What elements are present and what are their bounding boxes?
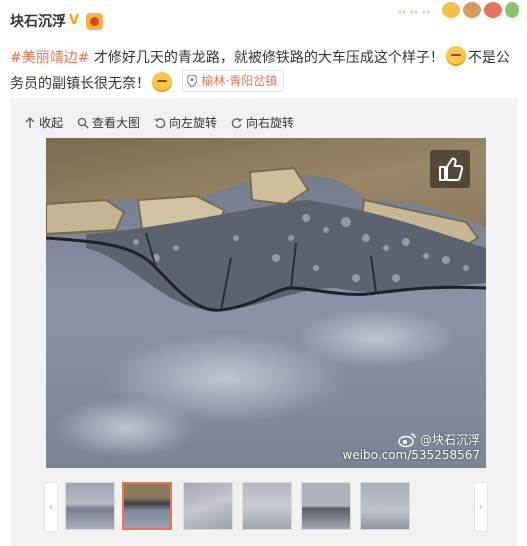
weibo-watermark: @块石沉浮 weibo.com/535258567	[343, 431, 480, 462]
rotate-right-icon	[231, 117, 243, 128]
magnifier-icon	[77, 117, 89, 129]
collapse-label: 收起	[39, 116, 64, 130]
post-header: 块石沉浮 V	[10, 8, 103, 34]
location-pin-icon	[187, 75, 198, 87]
rotate-left-icon	[154, 117, 166, 128]
media-toolbar: 收起 查看大图 向左旋转 向右旋转	[24, 114, 294, 131]
like-button[interactable]	[430, 150, 470, 188]
cake-icon	[442, 2, 460, 18]
donut-icon	[484, 2, 502, 18]
grimace-emoji-icon	[445, 46, 466, 66]
chevron-left-icon: ‹	[48, 500, 54, 513]
location-tag[interactable]: 榆林·青阳岔镇	[182, 70, 285, 92]
thumbnail-5[interactable]	[301, 482, 351, 530]
view-large-label: 查看大图	[92, 116, 141, 130]
weibo-logo-icon	[398, 432, 416, 447]
media-viewer: 收起 查看大图 向左旋转 向右旋转 @块石沉浮 weibo.com/535258…	[10, 98, 518, 546]
cookie-icon	[463, 2, 481, 18]
main-photo[interactable]: @块石沉浮 weibo.com/535258567	[46, 138, 486, 468]
thumbnail-4[interactable]	[242, 482, 292, 530]
collapse-button[interactable]: 收起	[24, 114, 63, 131]
location-label: 榆林·青阳岔镇	[201, 74, 278, 88]
thumbnail-2[interactable]	[122, 482, 172, 530]
thumbs-up-icon	[439, 157, 464, 181]
watermark-url: weibo.com/535258567	[342, 448, 480, 462]
thumbnail-strip: ‹ ›	[44, 480, 488, 532]
decoration-text-icon: ᵒᵒ ᵒᵒ ᵒᵒ	[398, 9, 431, 18]
chevron-right-icon: ›	[478, 500, 484, 513]
verified-icon[interactable]: V	[69, 14, 83, 28]
username[interactable]: 块石沉浮	[10, 11, 66, 31]
rotate-right-label: 向右旋转	[246, 116, 295, 130]
post-text-part1: 才修好几天的青龙路，就被修铁路的大车压成这个样子！	[89, 50, 444, 66]
rotate-left-label: 向左旋转	[169, 116, 218, 130]
rotate-left-button[interactable]: 向左旋转	[154, 114, 217, 131]
post-text: #美丽靖边# 才修好几天的青龙路，就被修铁路的大车压成这个样子！ 不是公务员的副镇…	[10, 46, 520, 96]
watermark-name: @块石沉浮	[419, 433, 480, 447]
hashtag-link[interactable]: #美丽靖边#	[10, 50, 89, 66]
thumbnail-3[interactable]	[183, 482, 233, 530]
sad-emoji-icon	[152, 72, 172, 92]
thumbnail-6[interactable]	[360, 482, 410, 530]
sweet-icon	[505, 2, 519, 18]
arrow-up-icon	[25, 116, 35, 128]
cracked-road-image	[46, 138, 486, 468]
medal-icon[interactable]	[86, 12, 103, 30]
decoration-strip: ᵒᵒ ᵒᵒ ᵒᵒ	[398, 2, 519, 18]
previous-thumbnails-button[interactable]: ‹	[44, 482, 58, 532]
rotate-right-button[interactable]: 向右旋转	[231, 114, 294, 131]
view-large-button[interactable]: 查看大图	[77, 114, 140, 131]
next-thumbnails-button[interactable]: ›	[474, 482, 488, 532]
thumbnail-1[interactable]	[65, 482, 115, 530]
